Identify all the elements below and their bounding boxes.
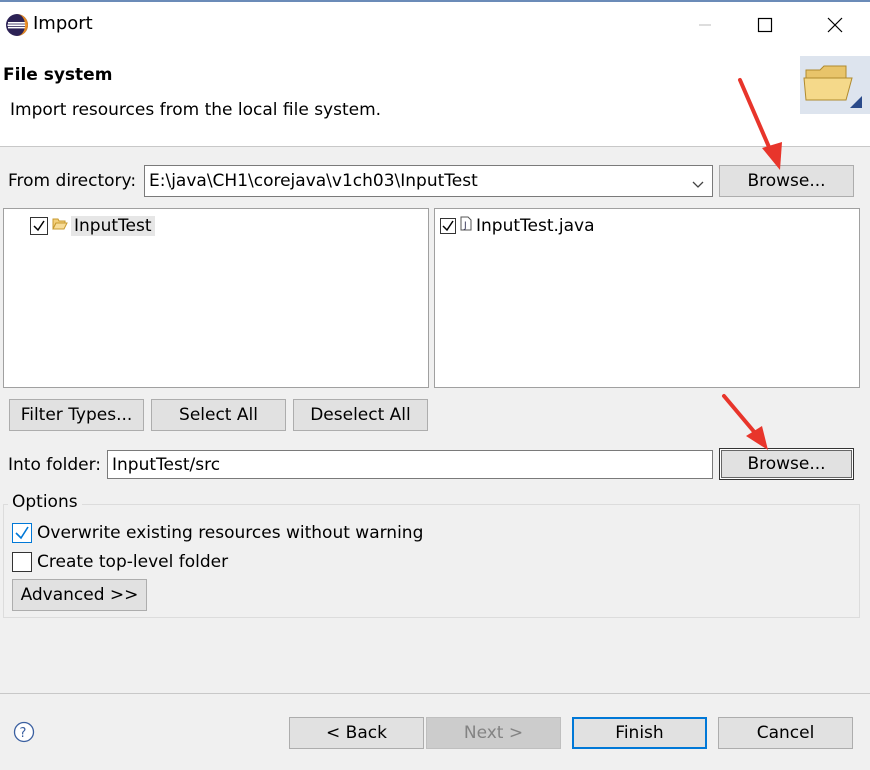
tree-item[interactable]: InputTest: [30, 214, 155, 238]
deselect-all-button[interactable]: Deselect All: [293, 399, 428, 431]
file-list[interactable]: J InputTest.java: [434, 208, 860, 388]
list-item[interactable]: J InputTest.java: [440, 214, 595, 238]
cancel-button[interactable]: Cancel: [718, 717, 853, 749]
create-top-level-label: Create top-level folder: [37, 552, 229, 572]
overwrite-checkbox[interactable]: [12, 523, 32, 543]
java-file-icon: J: [460, 216, 472, 236]
next-button[interactable]: Next >: [426, 717, 561, 749]
title-bar: Import: [0, 0, 870, 50]
list-item-checkbox[interactable]: [440, 218, 456, 234]
folder-tree[interactable]: InputTest: [3, 208, 429, 388]
svg-text:J: J: [463, 221, 467, 231]
list-item-label: InputTest.java: [476, 216, 595, 236]
from-directory-combo[interactable]: E:\java\CH1\corejava\v1ch03\InputTest: [144, 165, 713, 197]
svg-text:?: ?: [20, 726, 27, 741]
back-button[interactable]: < Back: [289, 717, 424, 749]
folder-banner-icon: [800, 56, 870, 114]
close-icon: [827, 17, 843, 33]
from-directory-label: From directory:: [8, 171, 137, 191]
finish-button[interactable]: Finish: [572, 717, 707, 749]
page-title: File system: [3, 65, 113, 85]
overwrite-option[interactable]: Overwrite existing resources without war…: [12, 522, 423, 544]
folder-open-icon: [52, 216, 68, 236]
create-top-level-option[interactable]: Create top-level folder: [12, 551, 228, 573]
annotation-arrow-icon: [738, 78, 782, 170]
footer-divider: [0, 693, 870, 694]
into-folder-input[interactable]: InputTest/src: [107, 450, 713, 479]
minimize-icon: [699, 24, 711, 26]
into-folder-value: InputTest/src: [112, 454, 221, 475]
filter-types-button[interactable]: Filter Types...: [9, 399, 144, 431]
create-top-level-checkbox[interactable]: [12, 552, 32, 572]
help-icon[interactable]: ?: [13, 721, 35, 748]
page-description: Import resources from the local file sys…: [10, 100, 382, 120]
advanced-button[interactable]: Advanced >>: [12, 579, 147, 611]
tree-item-label: InputTest: [71, 216, 155, 236]
minimize-button[interactable]: [675, 0, 735, 50]
from-directory-value: E:\java\CH1\corejava\v1ch03\InputTest: [149, 171, 478, 191]
maximize-icon: [757, 17, 773, 33]
window-title: Import: [33, 13, 93, 34]
overwrite-label: Overwrite existing resources without war…: [37, 523, 424, 543]
tree-item-checkbox[interactable]: [30, 217, 48, 235]
chevron-down-icon[interactable]: [692, 175, 704, 195]
eclipse-icon: [5, 13, 29, 37]
into-folder-label: Into folder:: [8, 455, 102, 475]
select-all-button[interactable]: Select All: [151, 399, 286, 431]
options-legend: Options: [8, 492, 82, 512]
close-button[interactable]: [805, 0, 865, 50]
annotation-arrow-icon: [722, 394, 768, 450]
maximize-button[interactable]: [735, 0, 795, 50]
